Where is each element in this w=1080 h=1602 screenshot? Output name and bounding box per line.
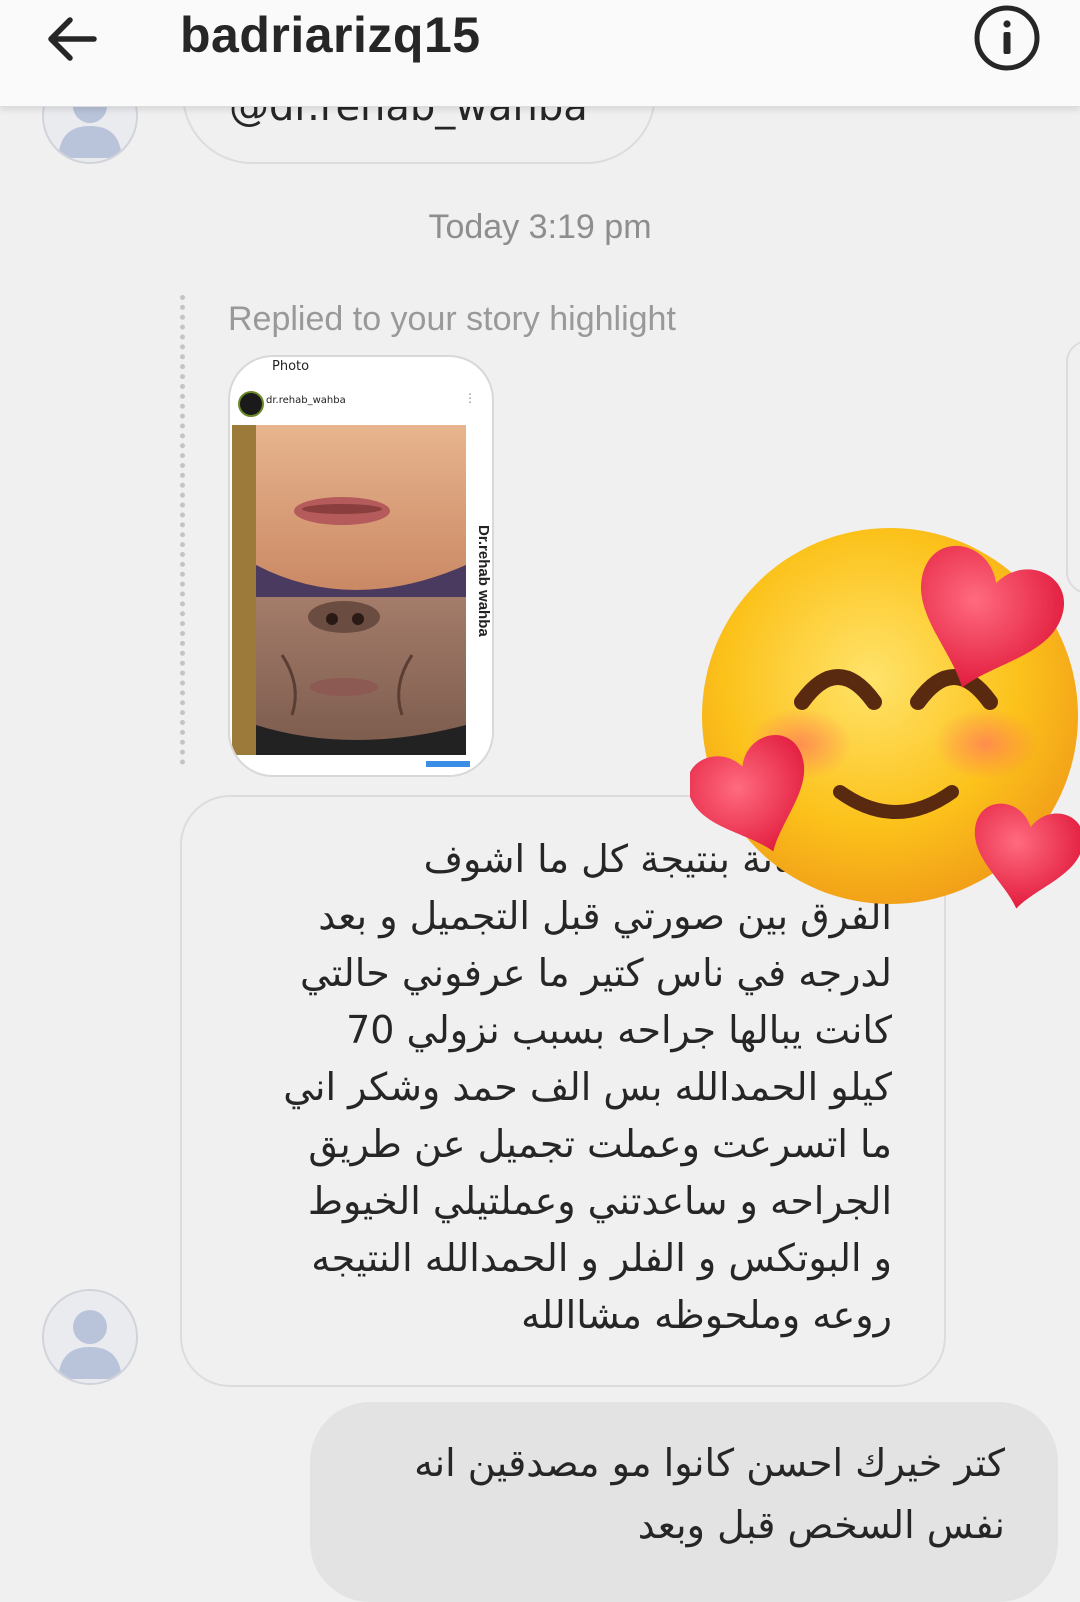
story-watermark: Dr.rehab wahba	[475, 525, 492, 637]
message-line: كيلو الحمدالله بس الف حمد وشكر اني	[283, 1065, 892, 1109]
story-account-name: dr.rehab_wahba	[266, 395, 346, 406]
message-line: ما اتسرعت وعملت تجميل عن طريق	[308, 1122, 892, 1166]
message-line: كتر خيرك احسن كانوا مو مصدقين انه	[414, 1441, 1005, 1485]
reply-label: Replied to your story highlight	[228, 300, 676, 338]
message-line: كانت يبالها جراحه بسبب نزولي 70	[346, 1008, 892, 1052]
arrow-left-icon	[48, 17, 97, 61]
message-line: الجراحه و ساعدتني وعملتيلي الخيوط	[307, 1179, 892, 1223]
top-bar: badriarizq15	[0, 0, 1080, 107]
info-button[interactable]	[972, 3, 1042, 73]
reply-indicator-line	[180, 295, 185, 765]
before-after-photo: Dr.rehab wahba	[232, 425, 492, 755]
message-timestamp: Today 3:19 pm	[428, 208, 652, 246]
sent-message-bubble[interactable]: كتر خيرك احسن كانوا مو مصدقين انه نفس ال…	[310, 1402, 1058, 1602]
conversation-title[interactable]: badriarizq15	[180, 6, 481, 64]
back-button[interactable]	[40, 10, 104, 68]
story-progress-indicator	[426, 761, 470, 767]
message-line: و البوتكس و الفلر و الحمدالله النتيجه	[311, 1236, 892, 1280]
story-highlight-thumbnail[interactable]: Photo dr.rehab_wahba ⋮ Dr.rehab wahba	[228, 355, 494, 777]
default-user-icon	[44, 1291, 136, 1383]
info-circle-icon	[974, 5, 1040, 71]
sender-avatar[interactable]	[42, 1289, 138, 1385]
message-line: لدرجه في ناس كتير ما عرفوني حالتي	[300, 951, 892, 995]
more-options-icon: ⋮	[464, 391, 476, 405]
sent-message-text: كتر خيرك احسن كانوا مو مصدقين انه نفس ال…	[350, 1432, 1005, 1556]
story-type-label: Photo	[272, 359, 310, 374]
message-line: نفس السخص قبل وبعد	[637, 1503, 1005, 1547]
smiling-face-with-hearts-icon	[687, 512, 1080, 912]
story-post-header: dr.rehab_wahba ⋮	[236, 391, 486, 417]
message-line: روعه وملحوظه مشاالله	[521, 1293, 892, 1337]
story-account-avatar	[238, 391, 264, 417]
